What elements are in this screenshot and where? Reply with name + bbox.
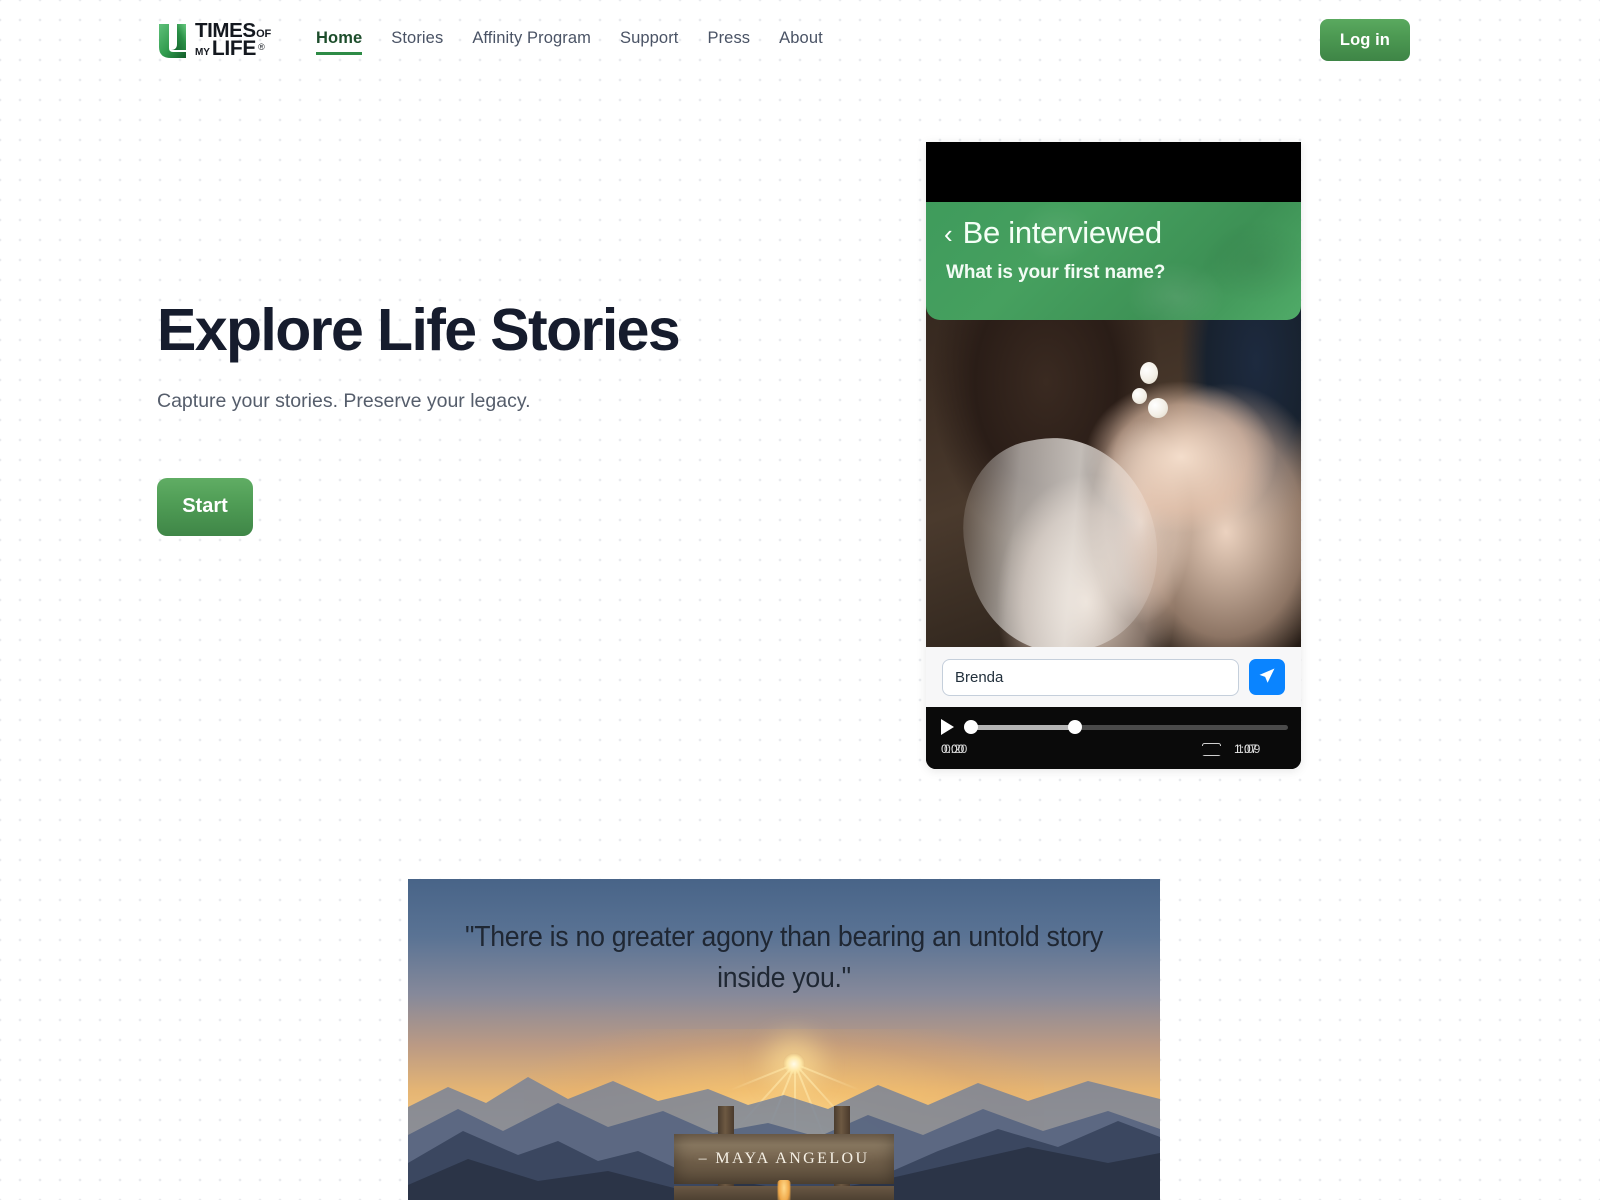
quote-attribution: – MAYA ANGELOU	[698, 1150, 870, 1167]
hero-subtitle: Capture your stories. Preserve your lega…	[157, 389, 531, 412]
video-stage[interactable]: ‹ Be interviewed What is your first name…	[926, 142, 1301, 647]
start-button[interactable]: Start	[157, 477, 253, 536]
nav-item-about[interactable]: About	[779, 25, 823, 55]
send-button[interactable]	[1249, 659, 1285, 695]
times-of-my-life-logo-icon	[157, 22, 188, 59]
nav-item-stories[interactable]: Stories	[391, 25, 443, 55]
question-prompt: What is your first name?	[946, 262, 1166, 284]
video-controls: 0:00 0:20 1:07 1:09	[926, 707, 1301, 769]
hero-section: Explore Life Stories Capture your storie…	[157, 297, 857, 536]
quote-image-card: "There is no greater agony than bearing …	[408, 879, 1160, 1200]
question-overlay: ‹ Be interviewed What is your first name…	[926, 202, 1301, 320]
page-title: Explore Life Stories	[157, 297, 681, 363]
video-progress-bar[interactable]	[964, 720, 1288, 734]
wooden-sign: – MAYA ANGELOU	[674, 1106, 894, 1200]
video-total-time-alt: 1:09	[1237, 742, 1261, 756]
chevron-left-icon[interactable]: ‹	[944, 221, 953, 247]
brand-line2-main: LIFE	[211, 37, 257, 61]
video-controls-top	[939, 719, 1288, 735]
nav-item-support[interactable]: Support	[620, 25, 679, 55]
photo-flower	[1148, 398, 1168, 418]
brand-wordmark: TIMES OF MY LIFE ®	[195, 20, 272, 61]
brand-line2-small: MY	[195, 47, 210, 59]
nav-item-home[interactable]: Home	[316, 25, 363, 55]
login-button[interactable]: Log in	[1319, 19, 1410, 61]
question-overlay-title: Be interviewed	[962, 215, 1162, 250]
video-total-time: 1:07 1:09	[1234, 742, 1286, 756]
play-icon[interactable]	[939, 719, 955, 735]
video-progress-fill	[966, 724, 1076, 730]
closed-captions-icon[interactable]	[1201, 742, 1222, 756]
answer-bar	[926, 647, 1301, 707]
photo-veil	[948, 422, 1174, 647]
sign-board: – MAYA ANGELOU	[674, 1134, 894, 1184]
video-letterbox	[926, 142, 1301, 202]
main-navigation: Home Stories Affinity Program Support Pr…	[316, 25, 823, 55]
answer-input[interactable]	[942, 658, 1239, 696]
brand-line1-small: OF	[256, 27, 272, 40]
send-paper-plane-icon	[1258, 667, 1276, 688]
interview-video-widget: ‹ Be interviewed What is your first name…	[926, 142, 1301, 769]
video-current-time: 0:00 0:20	[941, 742, 1001, 756]
video-range-start-handle[interactable]	[964, 720, 978, 734]
sign-lamp-glow	[777, 1180, 791, 1200]
nav-item-affinity-program[interactable]: Affinity Program	[472, 25, 591, 55]
video-current-time-alt: 0:20	[944, 742, 968, 756]
question-header: ‹ Be interviewed	[944, 215, 1283, 250]
video-scrubber-handle[interactable]	[1068, 720, 1083, 734]
photo-flower	[1132, 388, 1147, 404]
video-controls-bottom: 0:00 0:20 1:07 1:09	[939, 742, 1288, 756]
brand-trademark: ®	[258, 42, 265, 53]
photo-flower	[1140, 362, 1158, 384]
brand-logo[interactable]: TIMES OF MY LIFE ®	[157, 20, 282, 61]
quote-text: "There is no greater agony than bearing …	[465, 921, 1103, 995]
nav-item-press[interactable]: Press	[707, 25, 750, 55]
site-header: TIMES OF MY LIFE ® Home Stories Affinity Pr…	[0, 0, 1600, 80]
